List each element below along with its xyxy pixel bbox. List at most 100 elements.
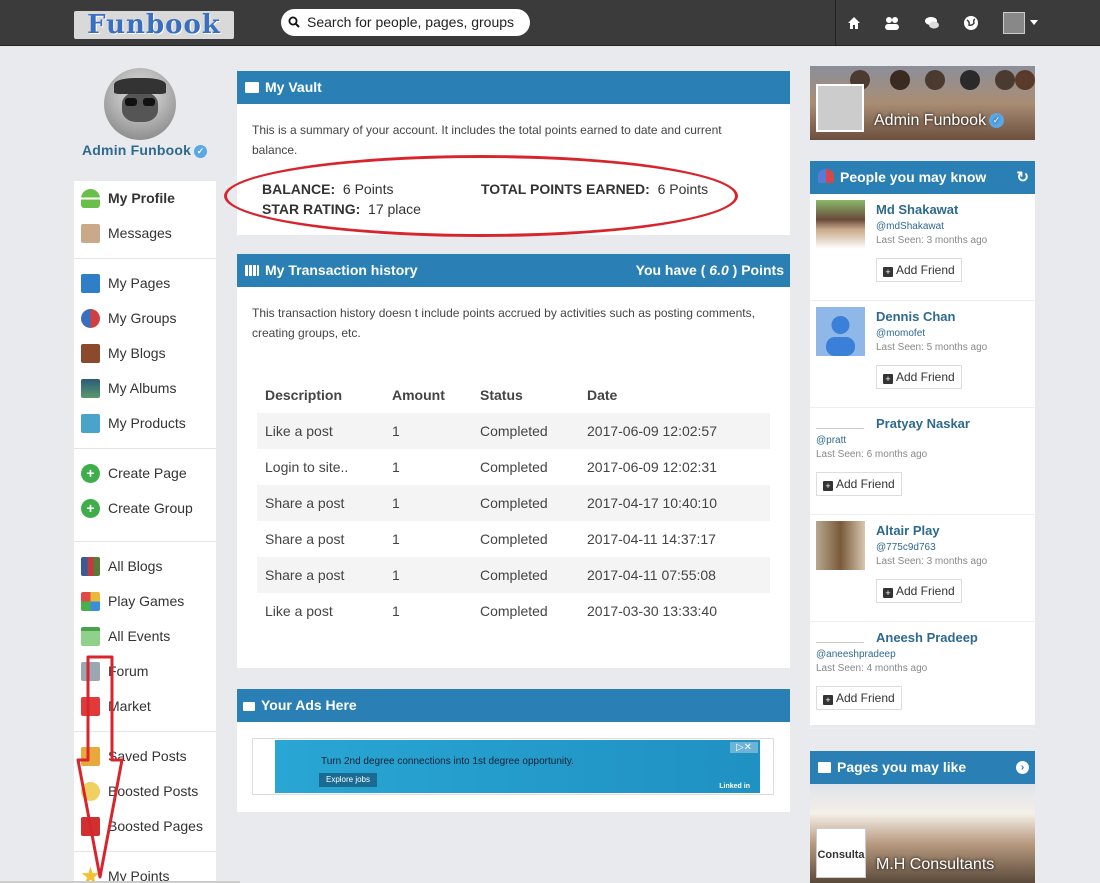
add-friend-button[interactable]: + Add Friend [876, 579, 962, 603]
ad-explore-button[interactable]: Explore jobs [319, 773, 377, 787]
transaction-title: My Transaction history [265, 262, 418, 278]
col-description: Description [265, 387, 343, 403]
add-friend-button[interactable]: + Add Friend [876, 258, 962, 282]
avatar-hat [114, 78, 166, 94]
person-name[interactable]: Md Shakawat [876, 202, 958, 217]
person-avatar[interactable] [816, 521, 865, 570]
person-avatar[interactable] [816, 307, 865, 356]
profile-name[interactable]: Admin Funbook ✓ [82, 142, 208, 158]
globe-icon[interactable] [962, 14, 980, 32]
sidebar-item-play-games[interactable]: Play Games [81, 589, 184, 613]
plus-circle-icon: + [81, 463, 100, 483]
sidebar-item-messages[interactable]: Messages [81, 221, 172, 245]
blog-icon [81, 343, 100, 363]
sidebar-item-my-blogs[interactable]: My Blogs [81, 341, 166, 365]
vault-description: This is a summary of your account. It in… [252, 123, 722, 157]
default-user-icon [826, 316, 855, 356]
add-friend-button[interactable]: + Add Friend [816, 686, 902, 710]
sidebar-item-my-pages[interactable]: My Pages [81, 271, 170, 295]
cell-status: Completed [472, 485, 579, 521]
cell-description: Share a post [257, 557, 384, 593]
sidebar-item-label: My Profile [108, 190, 175, 206]
table-icon [245, 265, 259, 276]
calendar-icon [81, 626, 100, 646]
add-friend-button[interactable]: + Add Friend [816, 472, 902, 496]
person-card: Pratyay Naskar @pratt Last Seen: 6 month… [810, 408, 1035, 515]
cell-date: 2017-04-11 07:55:08 [579, 557, 770, 593]
person-handle[interactable]: @mdShakawat [876, 221, 944, 232]
ad-banner[interactable]: Turn 2nd degree connections into 1st deg… [275, 740, 760, 793]
add-friend-label: Add Friend [896, 584, 955, 598]
person-name[interactable]: Dennis Chan [876, 309, 955, 324]
home-icon[interactable] [845, 14, 863, 32]
profile-cover[interactable]: Admin Funbook ✓ [810, 66, 1035, 140]
sidebar-item-my-products[interactable]: My Products [81, 411, 186, 435]
sidebar-item-create-group[interactable]: + Create Group [81, 496, 193, 520]
sidebar-divider [74, 448, 216, 449]
flag-icon [818, 762, 831, 773]
cell-amount: 1 [384, 485, 472, 521]
table-row: Login to site.. 1 Completed 2017-06-09 12:0… [257, 449, 770, 485]
ad-text: Turn 2nd degree connections into 1st deg… [321, 756, 574, 767]
cover-person [960, 70, 980, 90]
cell-date: 2017-03-30 13:33:40 [587, 603, 717, 619]
cover-avatar [816, 84, 864, 132]
sidebar-item-my-albums[interactable]: My Albums [81, 376, 176, 400]
person-handle[interactable]: @momofet [876, 328, 925, 339]
profile-avatar[interactable] [104, 68, 176, 140]
search-placeholder: Search for people, pages, groups [307, 14, 515, 30]
page-logo-text: Consulta [817, 849, 865, 861]
cover-person [995, 70, 1015, 90]
person-handle[interactable]: @aneeshpradeep [816, 649, 896, 660]
sidebar-item-create-page[interactable]: + Create Page [81, 461, 187, 485]
people-title: People you may know [840, 169, 987, 185]
person-card: Dennis Chan @momofet Last Seen: 5 months… [810, 301, 1035, 408]
navbar-divider [835, 0, 836, 46]
broken-avatar-line [816, 642, 864, 643]
friends-icon[interactable] [883, 14, 901, 32]
cover-person [925, 70, 945, 90]
transaction-header: My Transaction history You have ( 6.0 ) … [237, 254, 790, 287]
page-cover[interactable]: Consulta M.H Consultants [810, 784, 1035, 883]
sidebar-item-my-profile[interactable]: My Profile [81, 186, 175, 210]
plus-icon: + [883, 588, 893, 598]
cell-description: Share a post [257, 485, 384, 521]
person-handle[interactable]: @775c9d763 [876, 542, 936, 553]
ad-brand: Linked in [719, 783, 750, 790]
table-row: Share a post 1 Completed 2017-04-11 07:55:0… [257, 557, 770, 593]
site-logo[interactable]: Funbook [74, 11, 234, 39]
top-navbar: Funbook Search for people, pages, groups [0, 0, 1100, 46]
person-name[interactable]: Aneesh Pradeep [876, 630, 978, 645]
person-last-seen: Last Seen: 4 months ago [816, 663, 928, 674]
cell-date: 2017-06-09 12:02:57 [579, 413, 770, 449]
person-handle[interactable]: @pratt [816, 435, 846, 446]
col-status: Status [480, 387, 523, 403]
people-panel: People you may know ↻ Md Shakawat @mdSha… [810, 161, 1035, 729]
cover-person [890, 70, 910, 90]
sidebar-item-label: My Albums [108, 380, 177, 396]
sidebar-item-label: Create Page [108, 465, 187, 481]
person-card: Altair Play @775c9d763 Last Seen: 3 mont… [810, 515, 1035, 622]
ad-close-icon[interactable]: ▷✕ [730, 742, 758, 753]
sidebar-item-all-events[interactable]: All Events [81, 624, 170, 648]
sidebar-item-label: My Products [108, 415, 186, 431]
cell-description: Share a post [265, 531, 345, 547]
chevron-down-icon[interactable] [1030, 20, 1038, 25]
sidebar-item-all-blogs[interactable]: All Blogs [81, 554, 162, 578]
cell-amount: 1 [384, 557, 472, 593]
sidebar-item-my-groups[interactable]: My Groups [81, 306, 176, 330]
refresh-icon[interactable]: ↻ [1016, 161, 1029, 194]
search-input[interactable]: Search for people, pages, groups [281, 9, 530, 36]
user-icon [81, 188, 100, 208]
person-avatar[interactable] [816, 200, 865, 249]
user-avatar-menu[interactable] [1003, 12, 1025, 34]
chevron-right-icon[interactable]: › [1016, 761, 1029, 774]
cell-status: Completed [472, 557, 579, 593]
person-name[interactable]: Altair Play [876, 523, 940, 538]
ads-header: Your Ads Here [237, 689, 790, 722]
chat-icon[interactable] [923, 14, 941, 32]
add-friend-button[interactable]: + Add Friend [876, 365, 962, 389]
page-logo: Consulta [816, 828, 866, 878]
cell-status: Completed [472, 413, 579, 449]
person-name[interactable]: Pratyay Naskar [876, 416, 970, 431]
